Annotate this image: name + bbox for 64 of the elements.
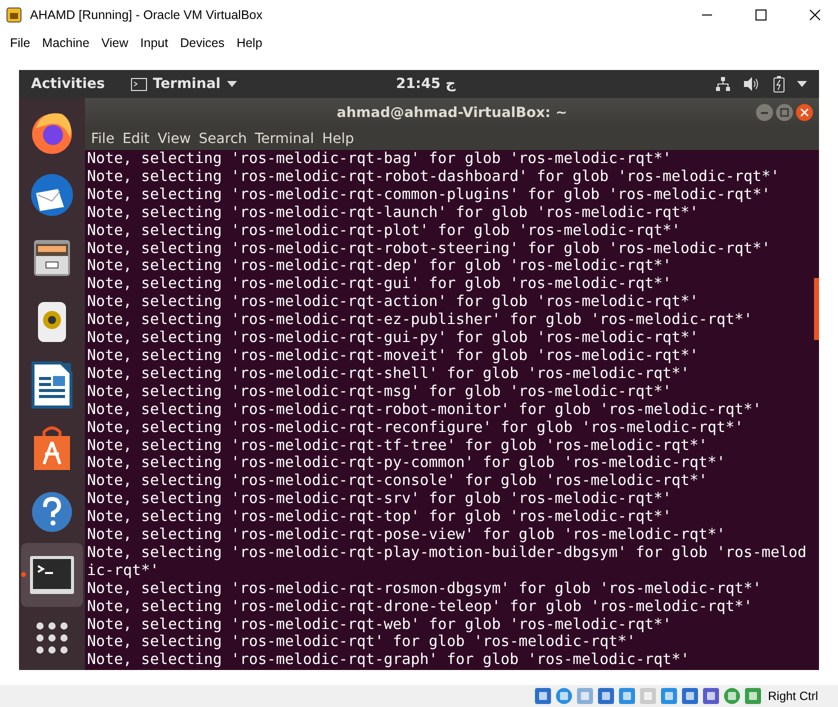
menu-item[interactable]: File bbox=[87, 130, 118, 146]
close-icon bbox=[800, 108, 809, 117]
app-logo-icon bbox=[6, 7, 22, 23]
terminal-icon bbox=[29, 554, 75, 595]
volume-icon[interactable] bbox=[742, 76, 761, 92]
terminal-line: Note, selecting 'ros-melodic-rqt-robot-monitor' for glob 'ros-melodic-rqt*' bbox=[87, 400, 762, 419]
help-icon bbox=[30, 490, 74, 534]
minimize-button[interactable] bbox=[756, 104, 773, 121]
dock-item[interactable] bbox=[21, 543, 83, 607]
terminal-line: Note, selecting 'ros-melodic-rqt' for glob 'ros-melodic-rqt*' bbox=[87, 633, 636, 652]
maximize-icon bbox=[755, 9, 767, 21]
terminal-line: Note, selecting 'ros-melodic-rqt-gui' for glob 'ros-melodic-rqt*' bbox=[87, 275, 673, 294]
terminal-line: Note, selecting 'ros-melodic-rqt-reconfigure' for glob 'ros-melodic-rqt*' bbox=[87, 418, 744, 436]
terminal-line: Note, selecting 'ros-melodic-rqt-tf-tree' for glob 'ros-melodic-rqt*' bbox=[87, 436, 709, 454]
terminal-icon bbox=[130, 78, 147, 90]
menu-item[interactable]: Search bbox=[194, 130, 251, 146]
caret-icon bbox=[226, 81, 237, 87]
terminal-line: Note, selecting 'ros-melodic-rqt-shell' for glob 'ros-melodic-rqt*' bbox=[87, 364, 691, 383]
menu-item[interactable]: Help bbox=[318, 130, 358, 146]
terminal-line: Note, selecting 'ros-melodic-rqt-srv' for glob 'ros-melodic-rqt*' bbox=[87, 490, 673, 508]
terminal-line: Note, selecting 'ros-melodic-rqt-launch' for glob 'ros-melodic-rqt*' bbox=[87, 204, 700, 222]
terminal-line: Note, selecting 'ros-melodic-rqt-top' for glob 'ros-melodic-rqt*' bbox=[87, 508, 673, 526]
terminal-line: Note, selecting 'ros-melodic-rqt-play-motion-builder-dbgsym' for glob 'ros-melodic-rqt*' bbox=[87, 544, 806, 580]
terminal-line: Note, selecting 'ros-melodic-rqt-rosmon-dbgsym' for glob 'ros-melodic-rqt*' bbox=[87, 580, 762, 598]
terminal-line: Note, selecting 'ros-melodic-rqt-gui-py' for glob 'ros-melodic-rqt*' bbox=[87, 329, 700, 347]
app-menu[interactable]: Terminal bbox=[152, 76, 221, 92]
menu-item[interactable]: View bbox=[154, 130, 195, 146]
menu-item[interactable]: View bbox=[95, 36, 134, 50]
terminal-line: Note, selecting 'ros-melodic-rqt-ez-publisher' for glob 'ros-melodic-rqt*' bbox=[87, 311, 754, 330]
host-key-label: Right Ctrl bbox=[768, 689, 818, 703]
terminal-line: Note, selecting 'ros-melodic-rqt-graph' for glob 'ros-melodic-rqt*' bbox=[87, 651, 691, 670]
terminal-line: Note, selecting 'ros-melodic-rqt-common-plugins' for glob 'ros-melodic-rqt*' bbox=[87, 186, 772, 204]
menu-item[interactable]: Help bbox=[230, 36, 268, 50]
terminal-title: ahmad@ahmad-VirtualBox: ~ bbox=[336, 104, 568, 120]
menu-item[interactable]: Edit bbox=[118, 130, 154, 146]
activities-button[interactable]: Activities bbox=[31, 76, 105, 92]
terminal-line: Note, selecting 'ros-melodic-rqt-web' for glob 'ros-melodic-rqt*' bbox=[87, 616, 673, 634]
menu-item[interactable]: Input bbox=[134, 36, 174, 50]
terminal-line: Note, selecting 'ros-melodic-rqt-drone-teleop' for glob 'ros-melodic-rqt*' bbox=[87, 598, 754, 616]
window-title: AHAMD [Running] - Oracle VM VirtualBox bbox=[30, 8, 264, 22]
menu-item[interactable]: Devices bbox=[174, 36, 231, 50]
terminal-line: Note, selecting 'ros-melodic-rqt-dep' for glob 'ros-melodic-rqt*' bbox=[87, 257, 672, 276]
close-button[interactable] bbox=[796, 104, 813, 121]
terminal-line: Note, selecting 'ros-melodic-rqt-robot-dashboard' for glob 'ros-melodic-rqt*' bbox=[87, 168, 780, 186]
terminal-line: Note, selecting 'ros-melodic-rqt-robot-steering' for glob 'ros-melodic-rqt*' bbox=[87, 240, 772, 258]
scrollbar[interactable] bbox=[814, 278, 819, 340]
menu-item[interactable]: File bbox=[4, 36, 36, 50]
maximize-icon bbox=[780, 108, 789, 117]
app-grid-icon bbox=[35, 621, 69, 656]
menu-item[interactable]: Terminal bbox=[250, 130, 318, 146]
menu-item[interactable]: Machine bbox=[36, 36, 96, 50]
clock[interactable]: 21:45 ج bbox=[396, 76, 456, 92]
terminal-line: Note, selecting 'ros-melodic-rqt-bag' for glob 'ros-melodic-rqt*' bbox=[87, 150, 673, 168]
terminal-line: Note, selecting 'ros-melodic-rqt-py-common' for glob 'ros-melodic-rqt*' bbox=[87, 454, 727, 472]
close-icon bbox=[809, 9, 821, 21]
terminal-line: Note, selecting 'ros-melodic-rqt-plot' for glob 'ros-melodic-rqt*' bbox=[87, 222, 682, 240]
caret-icon[interactable] bbox=[796, 81, 807, 87]
terminal-line: Note, selecting 'ros-melodic-rqt-action' for glob 'ros-melodic-rqt*' bbox=[87, 293, 700, 312]
terminal-line: Note, selecting 'ros-melodic-rqt-moveit' for glob 'ros-melodic-rqt*' bbox=[87, 346, 700, 365]
terminal-line: Note, selecting 'ros-melodic-rqt-msg' for glob 'ros-melodic-rqt*' bbox=[87, 382, 673, 401]
terminal-line: Note, selecting 'ros-melodic-rqt-console' for glob 'ros-melodic-rqt*' bbox=[87, 472, 709, 490]
battery-icon[interactable] bbox=[772, 75, 785, 93]
document-icon bbox=[31, 360, 73, 409]
terminal-line: Note, selecting 'ros-melodic-rqt-pose-view' for glob 'ros-melodic-rqt*' bbox=[87, 526, 727, 544]
